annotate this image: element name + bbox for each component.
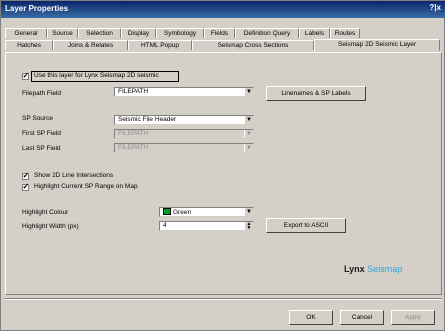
sp-source-select[interactable]: Seismic File Header ▼ [114,115,254,125]
tab-html-popup[interactable]: HTML Popup [128,40,192,50]
linenames-sp-labels-button[interactable]: Linenames & SP Labels [266,86,366,101]
tab-fields[interactable]: Fields [204,28,235,38]
window-title: Layer Properties [5,4,69,13]
tab-routes[interactable]: Routes [330,28,360,38]
lynx-seismap-logo: Lynx Seismap [344,264,403,274]
tab-general[interactable]: General [5,28,47,38]
chevron-down-icon: ▼ [244,130,253,138]
tab-seismap-2d-seismic-layer[interactable]: Seismap 2D Seismic Layer [314,39,440,51]
spin-arrows-icon[interactable]: ▲ ▼ [244,222,253,230]
highlight-width-label: Highlight Width (px) [22,223,79,230]
help-close-icon[interactable]: ?|x [429,3,441,12]
tab-hatches[interactable]: Hatches [5,40,53,50]
sp-source-value: Seismic File Header [118,116,177,123]
export-ascii-button[interactable]: Export to ASCII [266,218,346,233]
sp-source-label: SP Source [22,115,53,122]
tab-selection[interactable]: Selection [78,28,121,38]
highlight-colour-label: Highlight Colour [22,209,69,216]
chevron-down-icon[interactable]: ▼ [244,208,253,216]
divider [5,298,442,300]
layer-properties-dialog: Layer Properties ?|x General Source Sele… [0,0,445,331]
cancel-button[interactable]: Cancel [340,310,384,325]
filepath-field-label: Filepath Field [22,90,62,97]
first-sp-field-value: FILEPATH [118,130,149,137]
chevron-down-icon[interactable]: ▼ [244,116,253,124]
chevron-down-icon: ▼ [244,144,253,152]
highlight-colour-select[interactable]: Green ▼ [159,207,254,217]
highlight-width-spinner[interactable]: 4 ▲ ▼ [159,221,254,231]
title-bar: Layer Properties ?|x [1,1,445,18]
show-intersections-label: Show 2D Line Intersections [34,172,114,179]
filepath-field-select[interactable]: FILEPATH ▼ [114,87,254,97]
last-sp-field-value: FILEPATH [118,144,149,151]
tab-source[interactable]: Source [47,28,78,38]
use-layer-checkbox[interactable] [22,71,29,80]
chevron-down-icon[interactable]: ▼ [244,88,253,96]
ok-button[interactable]: OK [289,310,333,325]
show-intersections-checkbox[interactable] [22,171,29,180]
apply-button[interactable]: Apply [391,310,435,325]
last-sp-field-select: FILEPATH ▼ [114,143,254,153]
tab-labels[interactable]: Labels [299,28,330,38]
first-sp-field-label: First SP Field [22,130,61,137]
tab-display[interactable]: Display [121,28,156,38]
last-sp-field-label: Last SP Field [22,145,61,152]
filepath-field-value: FILEPATH [118,88,149,95]
highlight-colour-value: Green [173,209,192,216]
highlight-width-value: 4 [163,222,167,229]
tab-symbology[interactable]: Symbology [156,28,204,38]
tab-seismap-cross-sections[interactable]: Seismap Cross Sections [192,40,314,50]
tab-definition-query[interactable]: Definition Query [235,28,299,38]
highlight-range-checkbox[interactable] [22,182,29,191]
highlight-range-label: Highlight Current SP Range on Map [34,183,138,190]
first-sp-field-select: FILEPATH ▼ [114,129,254,139]
use-layer-label: Use this layer for Lynx Seismap 2D seism… [34,72,159,79]
color-swatch [163,208,171,215]
tab-joins-relates[interactable]: Joins & Relates [53,40,128,50]
